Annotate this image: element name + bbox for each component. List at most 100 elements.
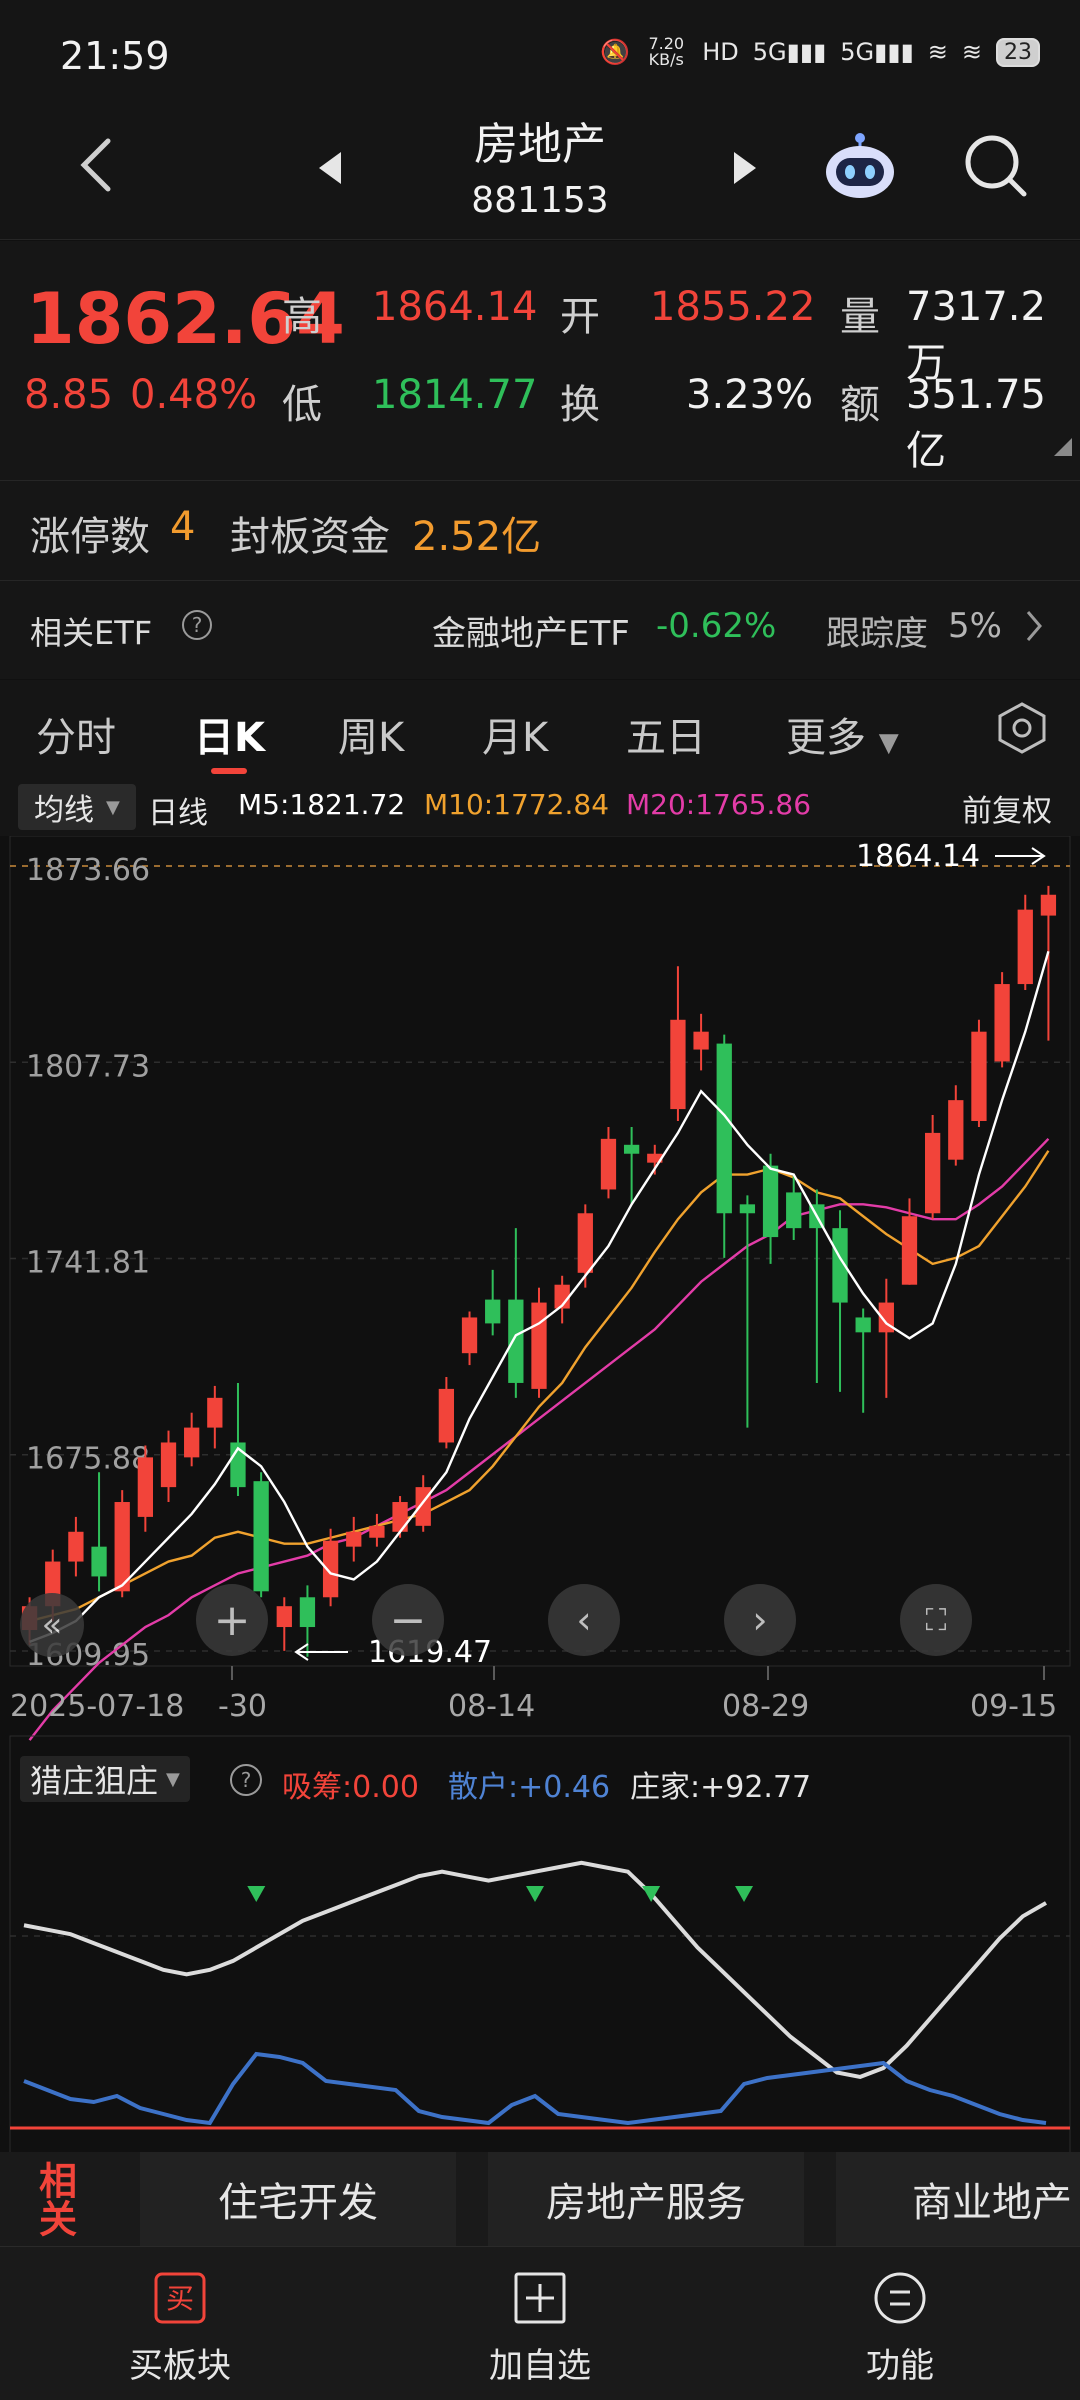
candle-body [1017,909,1033,985]
candle-body [901,1216,918,1285]
candle-body [716,1043,732,1214]
tab-monthly-k[interactable]: 月K [482,705,548,763]
indicator-marker [735,1886,754,1902]
candle-body [531,1302,547,1389]
y-tick-label: 1741.81 [26,1245,150,1280]
candle-body [369,1525,385,1538]
buy-sector-label: 买板块 [129,2346,231,2386]
candle-body [925,1132,941,1214]
svg-text:?: ? [241,1768,252,1792]
candle-body [670,1019,686,1110]
zoom-in-icon[interactable]: + [196,1584,268,1656]
price-change: 8.85 [24,372,114,418]
candle-body [739,1204,756,1214]
kline-chart[interactable]: 1873.661807.731741.811675.881609.95 1864… [0,836,1080,2166]
track-label: 跟踪度 [826,614,928,654]
high-value: 1864.14 [372,284,538,330]
fullscreen-icon[interactable]: ⛶ [900,1584,972,1656]
settings-hex-icon[interactable] [994,700,1050,756]
adjust-mode[interactable]: 前复权 [962,786,1052,830]
candle-body [971,1031,987,1121]
svg-text:买: 买 [166,2282,194,2315]
prev-stock-icon[interactable] [315,148,345,188]
function-label: 功能 [866,2346,934,2386]
tab-five-day[interactable]: 五日 [626,705,706,763]
sector-residential[interactable]: 住宅开发 [140,2152,456,2246]
ma-selector-label: 均线 [34,793,94,828]
sector-commercial[interactable]: 商业地产 [836,2152,1080,2246]
status-icons: 🔕 7.20 KB/s HD 5G▮▮▮ 5G▮▮▮ ≋ ≋ 23 [600,36,1040,68]
assistant-robot-icon[interactable] [820,128,900,208]
etf-label: 相关ETF [30,614,153,652]
chevron-right-icon[interactable] [1022,608,1046,644]
function-button[interactable]: 功能 [800,2270,1000,2387]
candle-body [392,1502,408,1532]
candle-body [994,984,1010,1062]
next-stock-icon[interactable] [730,148,760,188]
search-icon[interactable] [960,130,1030,200]
candle-body [207,1397,223,1428]
caret-down-icon: ▼ [106,796,120,818]
candle-body [577,1213,593,1273]
indicator-value-1: 吸筹:0.00 [282,1770,419,1805]
ma20-line [28,1138,1050,1741]
stock-code: 881153 [471,180,609,221]
candle-body [68,1531,84,1562]
indicator-value-2: 散户:+0.46 [448,1770,611,1805]
candle-body [415,1487,431,1526]
indicator-help-icon[interactable]: ? [228,1762,264,1798]
x-tick-label: 2025-07-18 [10,1689,184,1724]
add-watchlist-button[interactable]: 加自选 [440,2270,640,2387]
x-tick-label: 08-29 [722,1689,809,1724]
low-value: 1814.77 [372,372,538,418]
mute-icon: 🔕 [600,38,631,66]
candle-body [160,1442,177,1488]
candle-body [623,1144,640,1154]
ma20-value: M20:1765.86 [626,788,812,821]
wifi-icon: ≋ [927,38,948,66]
battery-icon: 23 [996,37,1040,67]
svg-text:?: ? [192,613,203,637]
x-tick-label: -30 [218,1689,267,1724]
rewind-icon[interactable]: « [20,1593,84,1657]
tab-intraday[interactable]: 分时 [36,705,116,763]
sector-services[interactable]: 房地产服务 [488,2152,804,2246]
track-value: 5% [948,606,1002,646]
candle-body [137,1457,153,1517]
active-tab-indicator [211,768,247,774]
scroll-right-icon[interactable]: › [724,1584,796,1656]
page-title: 房地产 [474,119,606,170]
candle-body [786,1192,802,1229]
indicator-value-3: 庄家:+92.77 [630,1770,812,1805]
indicator-selector[interactable]: 猎庄狙庄 ▼ [20,1756,190,1802]
high-label: 高 [282,294,322,340]
amount-label: 额 [840,382,880,428]
tab-daily-k[interactable]: 日K [194,705,265,763]
candle-body [485,1299,501,1324]
buy-sector-button[interactable]: 买 买板块 [80,2270,280,2387]
volume-label: 量 [840,294,880,340]
x-tick-label: 08-14 [448,1689,535,1724]
candle-body [855,1317,871,1333]
help-icon[interactable]: ? [180,608,214,642]
add-icon [514,2272,566,2324]
y-tick-label: 1807.73 [26,1049,150,1084]
wifi2-icon: ≋ [961,38,982,66]
related-side-label: 相关 [32,2161,77,2237]
candle-body [461,1317,478,1354]
amount-value: 351.75亿 [906,372,1046,474]
tab-weekly-k[interactable]: 周K [338,705,404,763]
ma-selector[interactable]: 均线 ▼ [18,784,136,830]
tab-more[interactable]: 更多 ▼ [786,705,899,763]
candle-body [948,1100,964,1160]
price-change-pct: 0.48% [130,372,258,418]
candle-body [600,1138,617,1190]
zoom-out-icon[interactable]: − [372,1584,444,1656]
scroll-left-icon[interactable]: ‹ [548,1584,620,1656]
candle-body [508,1299,524,1383]
open-value: 1855.22 [650,284,816,330]
y-tick-label: 1675.88 [26,1442,150,1477]
expand-corner-icon[interactable] [1054,438,1072,456]
seal-fund-value: 2.52亿 [412,514,542,560]
back-arrow-icon[interactable] [70,135,130,195]
